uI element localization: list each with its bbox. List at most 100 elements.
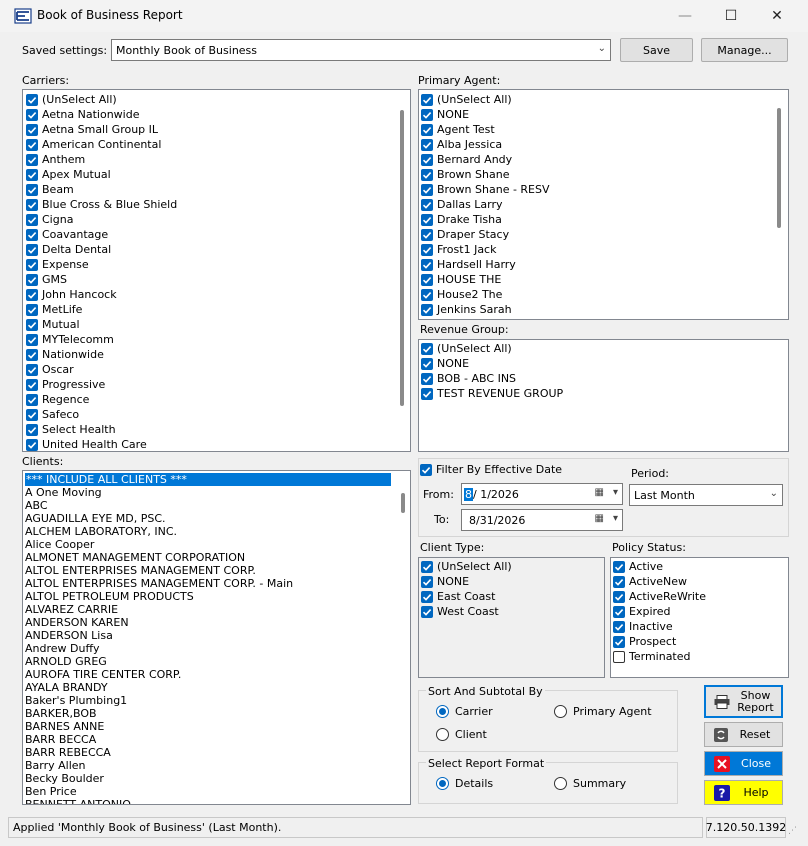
revenue-group-item[interactable]: BOB - ABC INS bbox=[421, 371, 516, 386]
carrier-item[interactable]: American Continental bbox=[26, 137, 161, 152]
client-item[interactable]: BARR REBECCA bbox=[25, 746, 111, 759]
agent-item[interactable]: NONE bbox=[421, 107, 469, 122]
client-item[interactable]: ARNOLD GREG bbox=[25, 655, 107, 668]
client-item[interactable]: BARNES ANNE bbox=[25, 720, 104, 733]
agent-item[interactable]: Bernard Andy bbox=[421, 152, 512, 167]
clients-scrollbar[interactable] bbox=[401, 493, 405, 513]
client-type-item[interactable]: (UnSelect All) bbox=[421, 559, 512, 574]
client-type-item[interactable]: East Coast bbox=[421, 589, 495, 604]
carrier-item[interactable]: GMS bbox=[26, 272, 67, 287]
carrier-item[interactable]: (UnSelect All) bbox=[26, 92, 117, 107]
client-item[interactable]: Baker's Plumbing1 bbox=[25, 694, 127, 707]
carrier-item[interactable]: Coavantage bbox=[26, 227, 108, 242]
carrier-item[interactable]: Mutual bbox=[26, 317, 80, 332]
carrier-item[interactable]: Progressive bbox=[26, 377, 105, 392]
calendar-icon[interactable]: ▦ bbox=[595, 513, 604, 524]
agent-item[interactable]: Draper Stacy bbox=[421, 227, 509, 242]
client-item[interactable]: ALTOL ENTERPRISES MANAGEMENT CORP. - Mai… bbox=[25, 577, 293, 590]
client-item[interactable]: Barry Allen bbox=[25, 759, 86, 772]
carrier-item[interactable]: Blue Cross & Blue Shield bbox=[26, 197, 177, 212]
saved-settings-dropdown[interactable]: Monthly Book of Business ⌄ bbox=[111, 39, 611, 61]
client-item[interactable]: ALTOL PETROLEUM PRODUCTS bbox=[25, 590, 194, 603]
carriers-list[interactable]: (UnSelect All) Aetna Nationwide Aetna Smal… bbox=[22, 89, 411, 452]
sort-client-radio[interactable]: Client bbox=[436, 728, 487, 741]
period-dropdown[interactable]: Last Month ⌄ bbox=[629, 484, 783, 506]
policy-status-item[interactable]: ActiveNew bbox=[613, 574, 687, 589]
client-item[interactable]: ALMONET MANAGEMENT CORPORATION bbox=[25, 551, 245, 564]
carrier-item[interactable]: MetLife bbox=[26, 302, 82, 317]
policy-status-item[interactable]: Terminated bbox=[613, 649, 691, 664]
client-item[interactable]: Andrew Duffy bbox=[25, 642, 100, 655]
carrier-item[interactable]: MYTelecomm bbox=[26, 332, 114, 347]
carrier-item[interactable]: Regence bbox=[26, 392, 89, 407]
resize-grip-icon[interactable]: ⋰ bbox=[788, 826, 802, 840]
close-button[interactable]: Close bbox=[704, 751, 783, 776]
filter-effective-date-checkbox[interactable]: Filter By Effective Date bbox=[420, 463, 562, 476]
revenue-group-item[interactable]: (UnSelect All) bbox=[421, 341, 512, 356]
policy-status-item[interactable]: Active bbox=[613, 559, 663, 574]
agent-item[interactable]: House2 The bbox=[421, 287, 502, 302]
carrier-item[interactable]: Oscar bbox=[26, 362, 74, 377]
client-item[interactable]: ANDERSON Lisa bbox=[25, 629, 113, 642]
agent-item[interactable]: Brown Shane bbox=[421, 167, 509, 182]
client-type-list[interactable]: (UnSelect All) NONE East Coast West Coast bbox=[418, 557, 605, 678]
client-item[interactable]: AGUADILLA EYE MD, PSC. bbox=[25, 512, 166, 525]
agent-item[interactable]: Agent Test bbox=[421, 122, 495, 137]
carrier-item[interactable]: Safeco bbox=[26, 407, 79, 422]
carrier-item[interactable]: Cigna bbox=[26, 212, 73, 227]
revenue-group-item[interactable]: NONE bbox=[421, 356, 469, 371]
revenue-group-item[interactable]: TEST REVENUE GROUP bbox=[421, 386, 563, 401]
agent-item[interactable]: Hardsell Harry bbox=[421, 257, 516, 272]
revenue-group-list[interactable]: (UnSelect All) NONE BOB - ABC INS TEST REVE… bbox=[418, 339, 789, 452]
minimize-button[interactable]: — bbox=[662, 0, 708, 32]
agent-item[interactable]: Dallas Larry bbox=[421, 197, 503, 212]
agent-item[interactable]: (UnSelect All) bbox=[421, 92, 512, 107]
client-type-item[interactable]: NONE bbox=[421, 574, 469, 589]
chevron-down-icon[interactable]: ▾ bbox=[613, 487, 618, 498]
carrier-item[interactable]: United Health Care bbox=[26, 437, 147, 451]
carrier-item[interactable]: Apex Mutual bbox=[26, 167, 111, 182]
carriers-scrollbar[interactable] bbox=[400, 110, 404, 406]
policy-status-item[interactable]: Inactive bbox=[613, 619, 673, 634]
carrier-item[interactable]: Nationwide bbox=[26, 347, 104, 362]
client-item[interactable]: BENNETT ANTONIO bbox=[25, 798, 131, 804]
maximize-button[interactable]: ☐ bbox=[708, 0, 754, 32]
sort-carrier-radio[interactable]: Carrier bbox=[436, 705, 493, 718]
calendar-icon[interactable]: ▦ bbox=[595, 487, 604, 498]
agent-item[interactable]: Alba Jessica bbox=[421, 137, 502, 152]
client-item[interactable]: BARR BECCA bbox=[25, 733, 96, 746]
client-item[interactable]: AYALA BRANDY bbox=[25, 681, 108, 694]
client-item[interactable]: ALCHEM LABORATORY, INC. bbox=[25, 525, 177, 538]
carrier-item[interactable]: Delta Dental bbox=[26, 242, 111, 257]
manage-button[interactable]: Manage... bbox=[701, 38, 788, 62]
from-date-picker[interactable]: 8 / 1/2026 ▦ ▾ bbox=[461, 483, 623, 505]
carrier-item[interactable]: Anthem bbox=[26, 152, 85, 167]
policy-status-item[interactable]: ActiveReWrite bbox=[613, 589, 706, 604]
help-button[interactable]: ? Help bbox=[704, 780, 783, 805]
agent-item[interactable]: Brown Shane - RESV bbox=[421, 182, 550, 197]
sort-primary-agent-radio[interactable]: Primary Agent bbox=[554, 705, 652, 718]
save-button[interactable]: Save bbox=[620, 38, 693, 62]
client-item[interactable]: ALTOL ENTERPRISES MANAGEMENT CORP. bbox=[25, 564, 256, 577]
carrier-item[interactable]: Expense bbox=[26, 257, 89, 272]
carrier-item[interactable]: Beam bbox=[26, 182, 74, 197]
client-item[interactable]: A One Moving bbox=[25, 486, 102, 499]
chevron-down-icon[interactable]: ▾ bbox=[613, 513, 618, 524]
show-report-button[interactable]: Show Report bbox=[704, 685, 783, 718]
policy-status-item[interactable]: Expired bbox=[613, 604, 671, 619]
agent-item[interactable]: Drake Tisha bbox=[421, 212, 502, 227]
client-item[interactable]: BARKER,BOB bbox=[25, 707, 97, 720]
client-item[interactable]: ALVAREZ CARRIE bbox=[25, 603, 118, 616]
agent-item[interactable]: HOUSE THE bbox=[421, 272, 501, 287]
client-item[interactable]: Becky Boulder bbox=[25, 772, 104, 785]
primary-agent-list[interactable]: (UnSelect All) NONE Agent Test Alba Jessica… bbox=[418, 89, 789, 320]
agent-item[interactable]: Jenkins Sarah bbox=[421, 302, 512, 317]
carrier-item[interactable]: Aetna Small Group IL bbox=[26, 122, 158, 137]
client-item-selected[interactable]: *** INCLUDE ALL CLIENTS *** bbox=[25, 473, 391, 486]
policy-status-item[interactable]: Prospect bbox=[613, 634, 676, 649]
reset-button[interactable]: Reset bbox=[704, 722, 783, 747]
to-date-picker[interactable]: 8/31/2026 ▦ ▾ bbox=[461, 509, 623, 531]
carrier-item[interactable]: John Hancock bbox=[26, 287, 117, 302]
policy-status-list[interactable]: Active ActiveNew ActiveReWrite Expired Inact… bbox=[610, 557, 789, 678]
client-item[interactable]: ANDERSON KAREN bbox=[25, 616, 129, 629]
